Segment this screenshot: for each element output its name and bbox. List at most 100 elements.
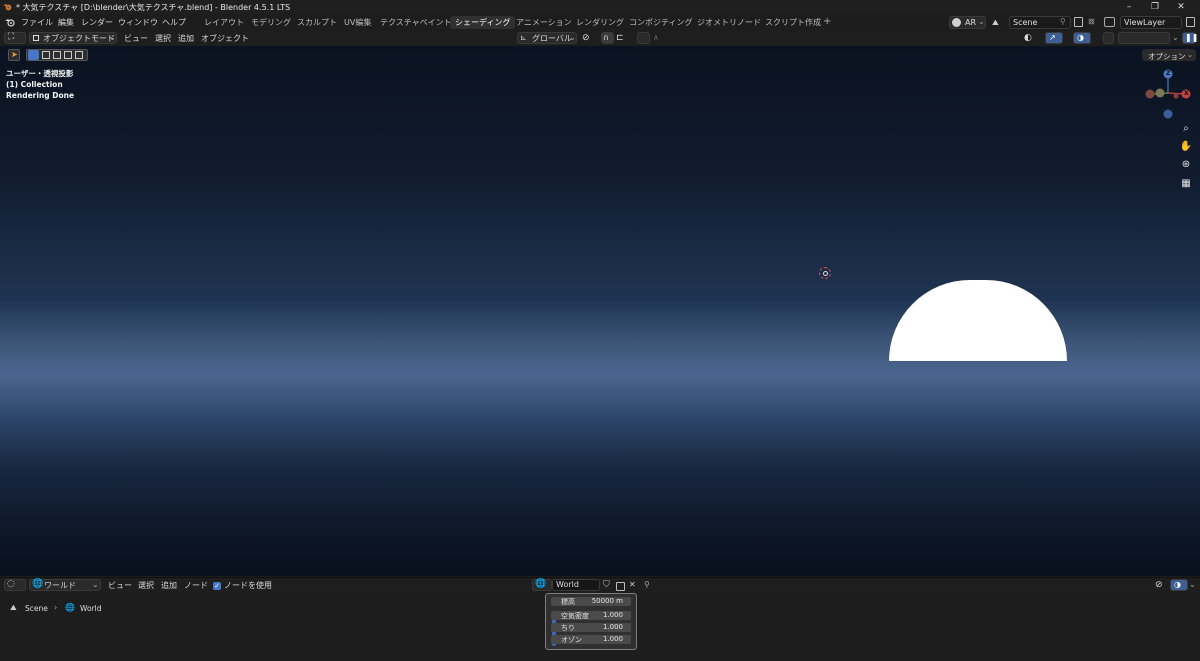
dust-label: ちり: [561, 624, 575, 632]
select-intersect-icon[interactable]: [75, 51, 83, 59]
mode-label: オブジェクトモード: [43, 34, 115, 43]
tab-animation[interactable]: アニメーション: [511, 16, 577, 29]
world-name: World: [556, 580, 579, 589]
breadcrumb-separator-icon: ›: [54, 603, 58, 612]
fake-user-shield-icon[interactable]: ⛉: [603, 580, 610, 590]
orientation-icon: ⊾: [520, 33, 527, 42]
tab-compositing[interactable]: コンポジティング: [624, 16, 698, 29]
pin-icon[interactable]: ⚲: [644, 580, 650, 589]
menu-edit[interactable]: 編集: [58, 17, 74, 28]
menu-render[interactable]: レンダー: [81, 17, 113, 28]
proportional-edit-toggle[interactable]: [637, 32, 650, 44]
select-new-icon[interactable]: [28, 50, 39, 60]
select-extend-icon[interactable]: [42, 51, 50, 59]
menu-window[interactable]: ウィンドウ: [118, 17, 158, 28]
breadcrumb-world[interactable]: World: [80, 604, 102, 613]
sun-disc: [889, 280, 1067, 361]
snap-target-icon[interactable]: ⊏: [616, 33, 624, 43]
world-icon: 🌐: [32, 579, 44, 589]
viewport-header: ⛶ オブジェクトモード ⌄ ビュー 選択 追加 オブジェクト ⊾ グローバル ⌄…: [0, 31, 1200, 75]
blender-logo-icon: [3, 3, 12, 11]
minimize-button[interactable]: –: [1122, 1, 1136, 13]
tab-shading[interactable]: シェーディング: [450, 16, 516, 29]
3d-viewport[interactable]: ➤ オプション ⌄ ユーザー・透視投影 (1) Collection Rende…: [0, 46, 1200, 576]
remove-scene-icon[interactable]: ⊠: [1088, 17, 1095, 26]
zoom-icon[interactable]: ⌕: [1179, 122, 1193, 136]
shading-mode-group[interactable]: [1118, 32, 1170, 44]
tab-modeling[interactable]: モデリング: [246, 16, 296, 29]
ozone-field[interactable]: オゾン 1.000: [551, 635, 631, 644]
view-layer-name: ViewLayer: [1124, 18, 1166, 27]
snap-icon[interactable]: ⊘: [1155, 580, 1163, 590]
options-label: オプション: [1148, 52, 1186, 61]
gizmo-x-label: X: [1184, 90, 1189, 97]
use-nodes-label: ノードを使用: [224, 581, 272, 590]
sky-texture-node[interactable]: 標高 50000 m 空気密度 1.000 ちり 1.000 オゾン 1.000: [545, 593, 637, 650]
tab-rendering[interactable]: レンダリング: [571, 16, 629, 29]
gizmo-z-label: Z: [1166, 70, 1171, 77]
air-density-field[interactable]: 空気密度 1.000: [551, 611, 631, 620]
blender-menu-icon[interactable]: [5, 18, 15, 27]
view-perspective-label: ユーザー・透視投影: [6, 69, 74, 78]
tab-geometry-nodes[interactable]: ジオメトリノード: [692, 16, 766, 29]
orthographic-grid-icon[interactable]: ▦: [1179, 177, 1193, 191]
pan-hand-icon[interactable]: ✋: [1179, 140, 1193, 154]
viewport-menu-add[interactable]: 追加: [178, 33, 194, 44]
unlink-world-icon[interactable]: ✕: [629, 580, 636, 589]
dust-field[interactable]: ちり 1.000: [551, 623, 631, 632]
pin-icon[interactable]: ⚲: [1060, 17, 1066, 26]
ozone-value: 1.000: [602, 635, 623, 643]
node-menu-view[interactable]: ビュー: [108, 580, 132, 591]
select-invert-icon[interactable]: [64, 51, 72, 59]
altitude-label: 標高: [561, 598, 575, 606]
tab-texture-paint[interactable]: テクスチャペイント: [375, 16, 457, 29]
add-workspace-button[interactable]: +: [823, 16, 831, 27]
chevron-down-icon: ⌄: [1187, 50, 1194, 59]
maximize-button[interactable]: ❐: [1148, 1, 1162, 13]
chevron-down-icon: ⌄: [109, 33, 116, 42]
overlay-icon: ◑: [1174, 580, 1181, 589]
title-bar: * 大気テクスチャ [D:\blender\大気テクスチャ.blend] - B…: [0, 0, 1200, 14]
tab-layout[interactable]: レイアウト: [199, 16, 249, 29]
select-subtract-icon[interactable]: [53, 51, 61, 59]
tab-uv-editing[interactable]: UV編集: [339, 16, 376, 29]
scene-name: Scene: [1013, 18, 1038, 27]
camera-view-icon[interactable]: ⊛: [1179, 158, 1193, 172]
viewport-menu-object[interactable]: オブジェクト: [201, 33, 249, 44]
main-menu-bar: ファイル 編集 レンダー ウィンドウ ヘルプ レイアウト モデリング スカルプト…: [0, 14, 1200, 31]
scene-icon: ⛰: [992, 18, 999, 27]
new-view-layer-icon[interactable]: [1186, 17, 1195, 27]
tab-sculpt[interactable]: スカルプト: [292, 16, 342, 29]
xray-toggle[interactable]: [1103, 32, 1114, 44]
pivot-icon[interactable]: ⊘: [582, 33, 590, 43]
3d-cursor[interactable]: [819, 267, 831, 279]
new-scene-icon[interactable]: [1074, 17, 1083, 27]
node-menu-node[interactable]: ノード: [184, 580, 208, 591]
altitude-field[interactable]: 標高 50000 m: [551, 597, 631, 606]
ozone-label: オゾン: [561, 636, 582, 644]
viewport-menu-select[interactable]: 選択: [155, 33, 171, 44]
overlay-icon: ◑: [1077, 33, 1084, 42]
menu-file[interactable]: ファイル: [21, 17, 53, 28]
duplicate-world-icon[interactable]: [616, 582, 625, 591]
chevron-down-icon: ⌄: [92, 580, 99, 589]
menu-help[interactable]: ヘルプ: [162, 17, 186, 28]
scene-icon: ⛰: [10, 603, 17, 612]
visibility-icon[interactable]: ◐: [1024, 33, 1032, 43]
chevron-down-icon[interactable]: ⌄: [1189, 580, 1196, 589]
node-menu-add[interactable]: 追加: [161, 580, 177, 591]
viewport-menu-view[interactable]: ビュー: [124, 33, 148, 44]
tab-scripting[interactable]: スクリプト作成: [760, 16, 826, 29]
object-mode-icon: [33, 35, 39, 41]
chevron-down-icon[interactable]: ⌄: [1172, 33, 1179, 42]
node-menu-select[interactable]: 選択: [138, 580, 154, 591]
falloff-icon[interactable]: ∧: [653, 33, 659, 42]
world-icon: 🌐: [65, 603, 75, 612]
breadcrumb-scene[interactable]: Scene: [25, 604, 48, 613]
view-layer-icon: [1104, 17, 1115, 27]
chevron-down-icon: ⌄: [978, 17, 985, 26]
shader-editor-icon: ◌: [7, 579, 15, 589]
world-icon: 🌐: [535, 579, 547, 589]
use-nodes-checkbox[interactable]: ✓: [213, 582, 221, 590]
close-window-button[interactable]: ✕: [1174, 1, 1188, 13]
